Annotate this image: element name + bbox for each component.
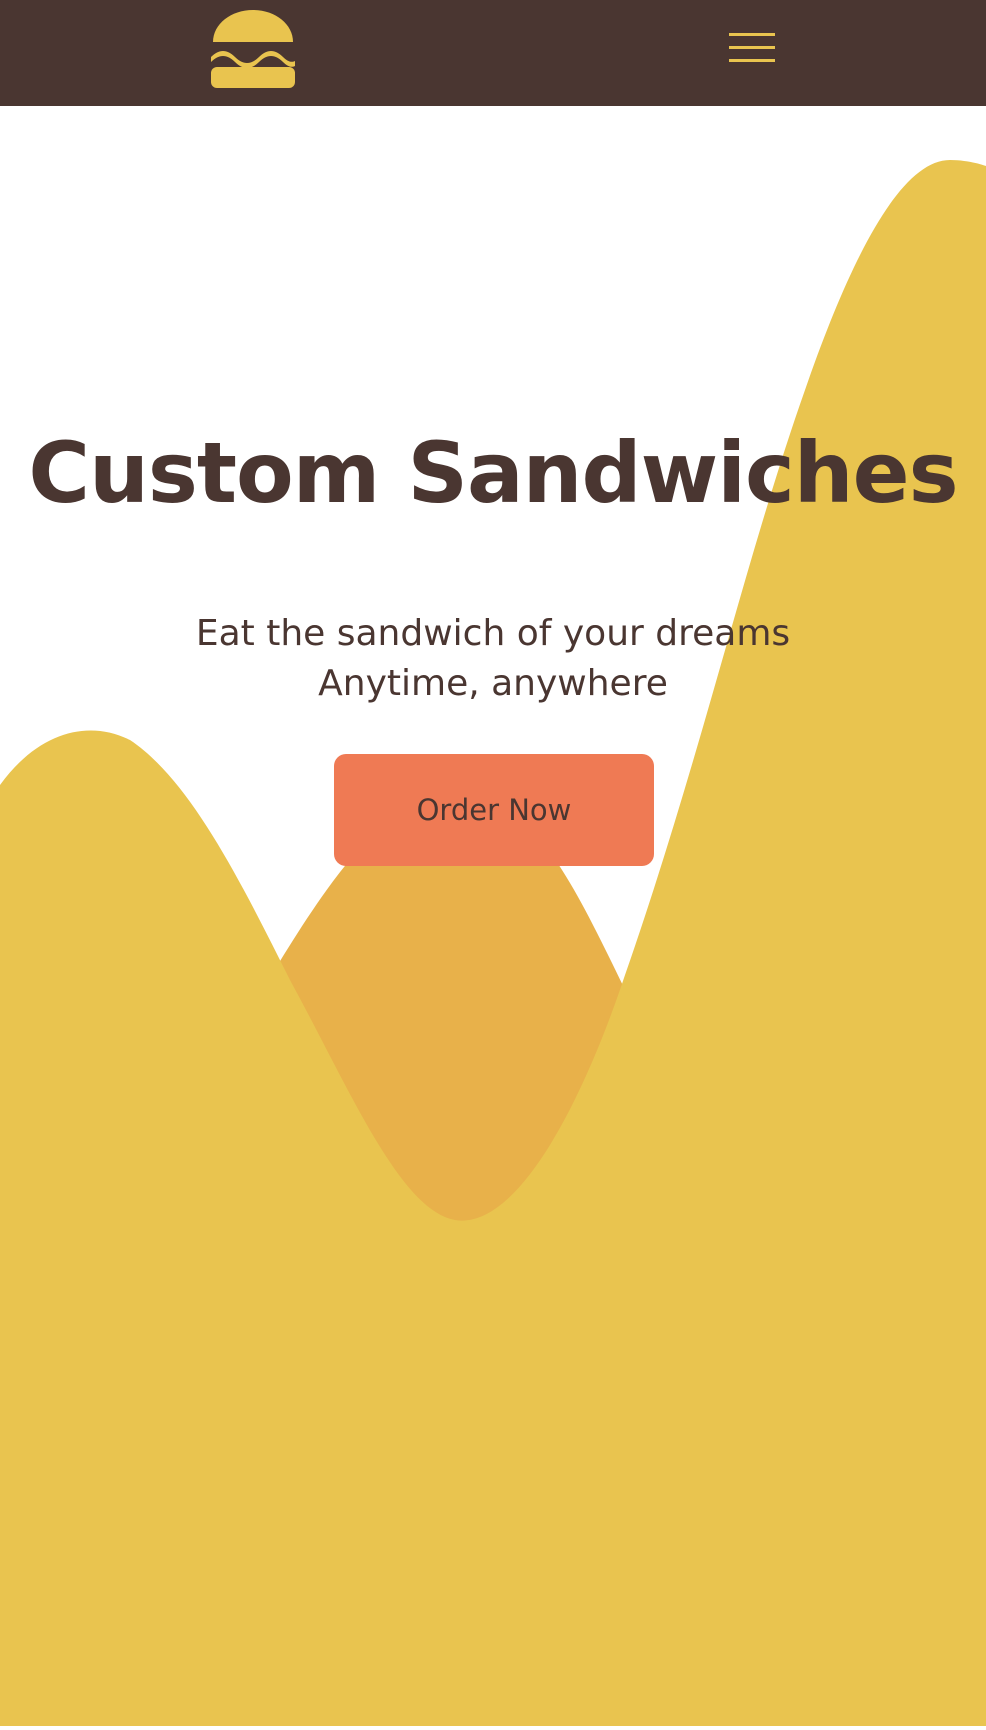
hero-section: Custom Sandwiches Eat the sandwich of yo…	[0, 106, 986, 1726]
hero-subtitle: Eat the sandwich of your dreams Anytime,…	[0, 609, 986, 709]
top-navigation-bar	[0, 0, 986, 106]
hero-subtitle-line-1: Eat the sandwich of your dreams	[195, 613, 791, 654]
hamburger-menu-icon[interactable]	[724, 26, 782, 72]
order-now-button[interactable]: Order Now	[334, 754, 654, 866]
hero-title: Custom Sandwiches	[28, 424, 958, 522]
burger-logo-icon[interactable]	[209, 9, 297, 89]
hero-subtitle-line-2: Anytime, anywhere	[318, 663, 668, 704]
